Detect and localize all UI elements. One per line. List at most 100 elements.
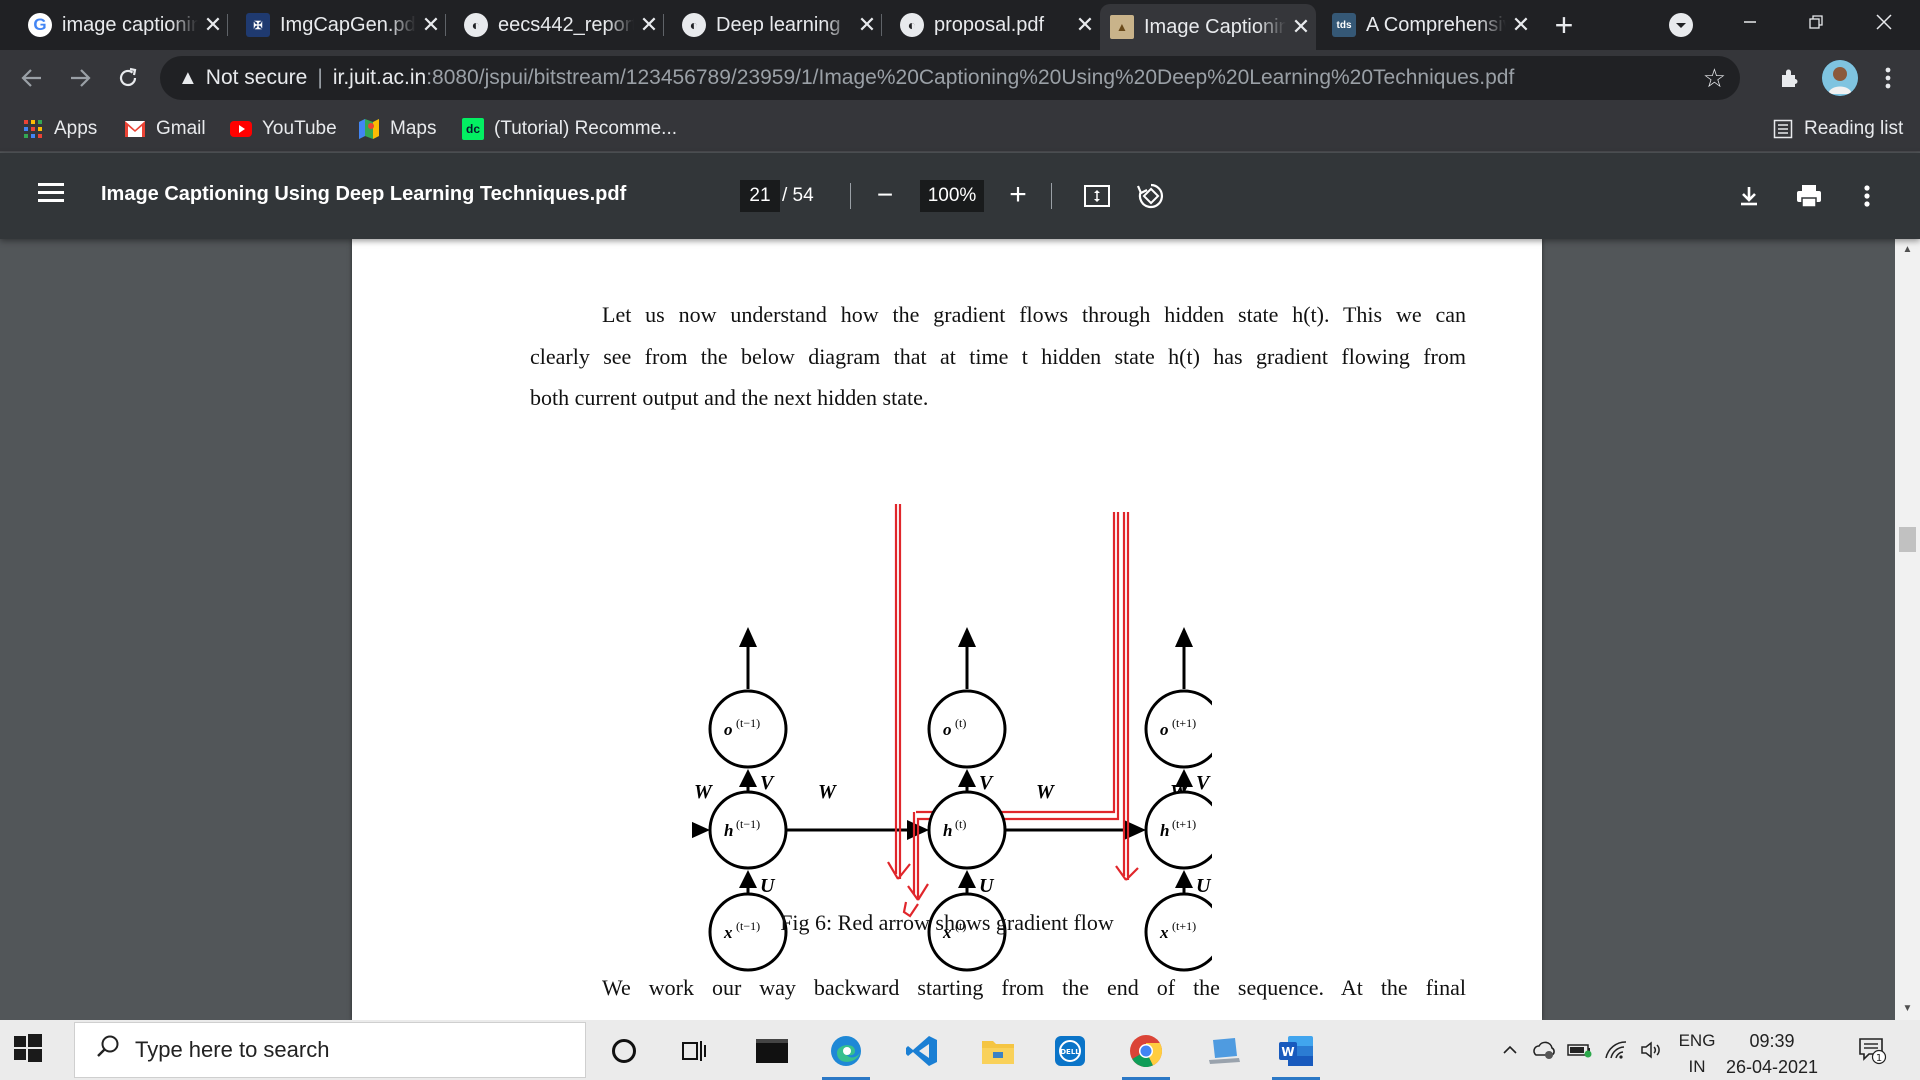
back-arrow-icon[interactable] [12, 58, 52, 98]
zoom-in-button[interactable]: + [1000, 177, 1036, 213]
close-tab-icon[interactable]: ✕ [1286, 14, 1316, 40]
close-tab-icon[interactable]: ✕ [416, 12, 446, 38]
tab-search-button[interactable] [1666, 10, 1696, 40]
extensions-puzzle-icon[interactable] [1770, 58, 1810, 98]
pdf-viewer[interactable]: Let us now understand how the gradient f… [0, 239, 1920, 1020]
bookmark-youtube[interactable]: YouTube [230, 116, 337, 142]
sidebar-menu-icon[interactable] [36, 179, 66, 209]
globe-icon: ◐ [682, 13, 706, 37]
pdf-page: Let us now understand how the gradient f… [352, 239, 1542, 1020]
scroll-down-arrow-icon[interactable]: ▼ [1899, 1000, 1916, 1017]
bookmark-gmail[interactable]: Gmail [124, 116, 206, 142]
tab-proposal[interactable]: ◐ proposal.pdf ✕ [890, 4, 1100, 46]
text-line: both current output and the next hidden … [530, 385, 929, 410]
scrollbar-track[interactable] [1895, 239, 1920, 1020]
new-tab-button[interactable]: + [1546, 4, 1582, 46]
tab-image-captioning-pdf[interactable]: ▲ Image Captioning ✕ [1100, 4, 1316, 50]
forward-arrow-icon[interactable] [60, 58, 100, 98]
show-hidden-icons-chevron-icon[interactable] [1496, 1020, 1524, 1080]
input-language-indicator[interactable]: ENG IN [1672, 1028, 1722, 1080]
scroll-up-arrow-icon[interactable]: ▲ [1899, 241, 1916, 258]
url-path[interactable]: :8080/jspui/bitstream/123456789/23959/1/… [426, 66, 1514, 90]
onedrive-sync-icon[interactable] [1528, 1020, 1560, 1080]
tab-title: image captioning [62, 13, 198, 36]
zoom-level-input[interactable]: 100% [920, 180, 984, 212]
arrow-head [739, 769, 757, 787]
output-node-superscript: (t−1) [736, 716, 760, 730]
more-options-icon[interactable] [1848, 177, 1886, 215]
reload-icon[interactable] [108, 58, 148, 98]
page-number-input[interactable]: 21 [740, 180, 780, 212]
close-tab-icon[interactable]: ✕ [634, 12, 664, 38]
network-laptop-icon[interactable] [1194, 1026, 1254, 1076]
tab-comprehensive[interactable]: tds A Comprehensive ✕ [1322, 4, 1536, 46]
notification-count: 1 [1876, 1053, 1882, 1064]
close-tab-icon[interactable]: ✕ [1506, 12, 1536, 38]
arrow-head [1175, 870, 1193, 888]
hidden-node-superscript: (t) [955, 817, 966, 831]
close-tab-icon[interactable]: ✕ [852, 12, 882, 38]
output-node-label: o [943, 720, 952, 739]
wifi-icon[interactable] [1600, 1020, 1632, 1080]
arrow-head [958, 769, 976, 787]
tab-eecs442[interactable]: ◐ eecs442_report ✕ [454, 4, 664, 46]
tab-title: Deep learning [716, 13, 841, 36]
fit-to-page-icon[interactable] [1078, 177, 1116, 215]
volume-icon[interactable] [1636, 1020, 1668, 1080]
rnn-gradient-diagram: VUVUVUWWWWo(t−1)o(t)o(t+1)h(t−1)h(t)h(t+… [692, 504, 1212, 972]
output-node-superscript: (t) [955, 716, 966, 730]
chrome-icon[interactable] [1116, 1026, 1176, 1080]
taskbar-clock[interactable]: 09:39 26-04-2021 [1722, 1028, 1822, 1080]
hidden-node-label: h [943, 821, 952, 840]
battery-icon[interactable] [1564, 1020, 1596, 1080]
globe-icon: ◐ [900, 13, 924, 37]
gradient-arrow [887, 504, 911, 880]
cortana-icon[interactable] [594, 1026, 654, 1076]
rotate-icon[interactable] [1132, 177, 1170, 215]
browser-toolbar: ▲ Not secure | ir.juit.ac.in:8080/jspui/… [0, 50, 1920, 106]
terminal-icon[interactable] [742, 1026, 802, 1076]
print-icon[interactable] [1790, 177, 1828, 215]
gradient-arrow [1115, 512, 1139, 881]
profile-avatar[interactable] [1822, 60, 1858, 96]
security-label[interactable]: Not secure [206, 66, 308, 90]
notification-center-icon[interactable]: 1 [1852, 1020, 1892, 1080]
clock-time: 09:39 [1749, 1031, 1795, 1051]
dell-icon[interactable]: DELL [1040, 1026, 1100, 1076]
minimize-button[interactable] [1718, 0, 1782, 44]
address-bar[interactable]: ▲ Not secure | ir.juit.ac.in:8080/jspui/… [160, 56, 1740, 100]
tab-imgcapgen[interactable]: ✠ ImgCapGen.pdf ✕ [236, 4, 446, 46]
windows-start-icon[interactable] [14, 1034, 46, 1066]
reading-list-button[interactable]: Reading list [1772, 116, 1903, 142]
close-window-button[interactable] [1852, 0, 1916, 44]
image-icon: ▲ [1110, 15, 1134, 39]
university-crest-icon: ✠ [246, 13, 270, 37]
download-icon[interactable] [1730, 177, 1768, 215]
bookmark-label: YouTube [262, 118, 337, 139]
taskbar-search-box[interactable]: Type here to search [74, 1022, 586, 1078]
bookmark-maps[interactable]: Maps [358, 116, 436, 142]
close-tab-icon[interactable]: ✕ [198, 12, 228, 38]
word-icon[interactable]: W [1266, 1026, 1326, 1080]
restore-button[interactable] [1784, 0, 1848, 44]
bookmark-apps[interactable]: Apps [22, 116, 97, 142]
zoom-out-button[interactable]: − [870, 177, 900, 213]
file-explorer-icon[interactable] [968, 1026, 1028, 1076]
bookmark-label: Maps [390, 118, 437, 139]
tab-image-captioning[interactable]: G image captioning ✕ [18, 4, 228, 46]
task-view-icon[interactable] [664, 1026, 724, 1076]
bookmark-tutorial[interactable]: dc (Tutorial) Recomme... [462, 116, 677, 142]
tab-deep-learning[interactable]: ◐ Deep learning ✕ [672, 4, 882, 46]
edge-icon[interactable] [816, 1026, 876, 1080]
bookmark-star-icon[interactable]: ☆ [1703, 63, 1726, 94]
tab-title: proposal.pdf [934, 13, 1045, 36]
bookmark-label: (Tutorial) Recomme... [494, 118, 677, 139]
close-tab-icon[interactable]: ✕ [1070, 12, 1100, 38]
page-total: / 54 [782, 185, 814, 206]
vscode-icon[interactable] [892, 1026, 952, 1076]
warning-icon[interactable]: ▲ [178, 67, 198, 90]
url-host[interactable]: ir.juit.ac.in [333, 66, 426, 90]
chrome-menu-icon[interactable] [1868, 58, 1908, 98]
scrollbar-thumb[interactable] [1899, 527, 1916, 552]
windows-taskbar: Type here to search DELL W ENG IN 09:39 … [0, 1020, 1920, 1080]
